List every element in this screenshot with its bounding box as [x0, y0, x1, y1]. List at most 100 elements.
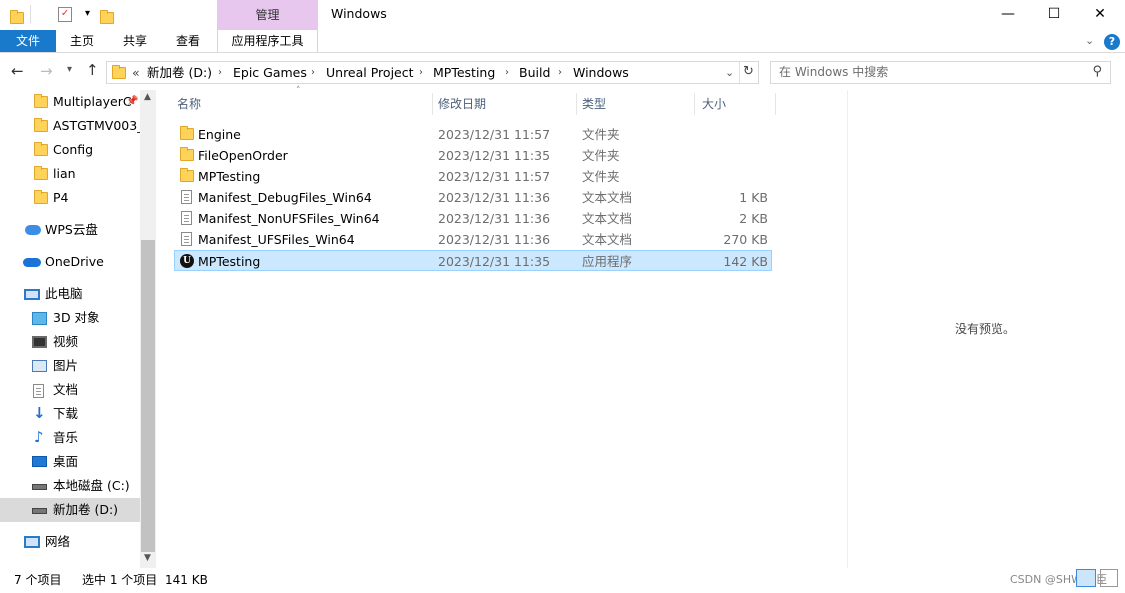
file-date: 2023/12/31 11:57: [438, 127, 551, 142]
file-row[interactable]: MPTesting 2023/12/31 11:57 文件夹: [174, 166, 772, 187]
nav-item-astgtm[interactable]: ASTGTMV003_: [0, 114, 140, 138]
nav-scrollbar-thumb[interactable]: [141, 240, 155, 552]
file-row[interactable]: FileOpenOrder 2023/12/31 11:35 文件夹: [174, 145, 772, 166]
file-name: MPTesting: [198, 169, 261, 184]
nav-item-wps-cloud[interactable]: WPS云盘: [0, 218, 140, 242]
nav-item-drive-c[interactable]: 本地磁盘 (C:): [0, 474, 140, 498]
file-row[interactable]: Manifest_DebugFiles_Win64 2023/12/31 11:…: [174, 187, 772, 208]
file-name: Engine: [198, 127, 241, 142]
tab-share[interactable]: 共享: [115, 30, 155, 52]
breadcrumb-drive-d[interactable]: 新加卷 (D:): [147, 62, 212, 83]
nav-item-config[interactable]: Config: [0, 138, 140, 162]
new-folder-icon[interactable]: [99, 10, 114, 24]
nav-label: 桌面: [53, 454, 79, 469]
folder-icon: [34, 166, 48, 180]
file-type: 文件夹: [582, 169, 620, 184]
breadcrumb-epic-games[interactable]: Epic Games: [233, 62, 307, 83]
address-bar[interactable]: « 新加卷 (D:) › Epic Games › Unreal Project…: [106, 61, 759, 84]
nav-item-p4[interactable]: P4: [0, 186, 140, 210]
file-type: 文件夹: [582, 127, 620, 142]
column-divider[interactable]: [576, 93, 577, 115]
desktop-icon: [32, 456, 47, 467]
breadcrumb-unreal-project[interactable]: Unreal Project: [326, 62, 414, 83]
nav-item-lian[interactable]: lian: [0, 162, 140, 186]
search-box[interactable]: 在 Windows 中搜索 ⚲: [770, 61, 1111, 84]
nav-item-this-pc[interactable]: 此电脑: [0, 282, 140, 306]
network-icon: [24, 536, 40, 548]
cloud-icon: [25, 225, 41, 235]
properties-icon[interactable]: ✓: [57, 7, 72, 22]
nav-item-3d-objects[interactable]: 3D 对象: [0, 306, 140, 330]
breadcrumb-mptesting[interactable]: MPTesting: [433, 62, 495, 83]
file-row[interactable]: Engine 2023/12/31 11:57 文件夹: [174, 124, 772, 145]
scroll-up-icon[interactable]: ▲: [144, 92, 151, 102]
tab-home[interactable]: 主页: [62, 30, 102, 52]
tab-view[interactable]: 查看: [168, 30, 208, 52]
chevron-right-icon[interactable]: ›: [505, 62, 509, 83]
item-count: 7 个项目: [14, 573, 62, 587]
forward-arrow-icon[interactable]: →: [40, 62, 53, 80]
chevron-right-icon[interactable]: ›: [558, 62, 562, 83]
breadcrumb-windows[interactable]: Windows: [573, 62, 629, 83]
nav-label: OneDrive: [45, 254, 104, 269]
column-header-name[interactable]: 名称: [177, 93, 432, 117]
ribbon-expand-icon[interactable]: ⌄: [1085, 34, 1094, 47]
column-header-date[interactable]: 修改日期: [438, 93, 576, 117]
chevron-right-icon[interactable]: ›: [419, 62, 423, 83]
maximize-button[interactable]: ☐: [1031, 0, 1077, 28]
search-placeholder[interactable]: 在 Windows 中搜索: [779, 62, 888, 83]
chevron-right-icon[interactable]: ›: [218, 62, 222, 83]
nav-item-music[interactable]: ♪ 音乐: [0, 426, 140, 450]
breadcrumb-overflow[interactable]: «: [132, 62, 140, 83]
file-row[interactable]: Manifest_NonUFSFiles_Win64 2023/12/31 11…: [174, 208, 772, 229]
column-header-size[interactable]: 大小: [702, 93, 774, 117]
column-divider[interactable]: [775, 93, 776, 115]
scroll-down-icon[interactable]: ▼: [144, 553, 151, 563]
details-view-icon[interactable]: [1076, 569, 1096, 587]
nav-item-documents[interactable]: 文档: [0, 378, 140, 402]
file-size: 2 KB: [739, 211, 768, 226]
back-arrow-icon[interactable]: ←: [11, 62, 24, 80]
recent-dropdown-icon[interactable]: ▾: [67, 64, 72, 75]
up-arrow-icon[interactable]: ↑: [86, 61, 99, 79]
quick-access-dropdown-icon[interactable]: ▾: [85, 8, 90, 19]
nav-item-onedrive[interactable]: OneDrive: [0, 250, 140, 274]
nav-item-pictures[interactable]: 图片: [0, 354, 140, 378]
tab-app-tools[interactable]: 应用程序工具: [217, 30, 318, 52]
column-divider[interactable]: [432, 93, 433, 115]
tab-file[interactable]: 文件: [0, 30, 56, 52]
nav-item-network[interactable]: 网络: [0, 530, 140, 554]
preview-divider[interactable]: [847, 90, 848, 568]
pin-icon: 📌: [126, 96, 139, 107]
nav-label: 网络: [45, 534, 71, 549]
nav-item-desktop[interactable]: 桌面: [0, 450, 140, 474]
chevron-right-icon[interactable]: ›: [311, 62, 315, 83]
nav-item-multiplayer[interactable]: MultiplayerC 📌: [0, 90, 140, 114]
text-document-icon: [181, 211, 192, 225]
column-divider[interactable]: [694, 93, 695, 115]
file-row-selected[interactable]: U MPTesting 2023/12/31 11:35 应用程序 142 KB: [174, 250, 772, 271]
close-button[interactable]: ✕: [1077, 0, 1123, 28]
nav-label: ASTGTMV003_: [53, 118, 140, 133]
music-note-icon: ♪: [34, 428, 44, 446]
breadcrumb-build[interactable]: Build: [519, 62, 550, 83]
file-type: 文本文档: [582, 232, 633, 247]
cube-icon: [32, 312, 47, 325]
nav-label: lian: [53, 166, 76, 181]
manage-context-tab[interactable]: 管理: [217, 0, 318, 30]
address-dropdown-icon[interactable]: ⌄: [725, 66, 734, 79]
large-icons-view-icon[interactable]: [1100, 569, 1118, 587]
file-row[interactable]: Manifest_UFSFiles_Win64 2023/12/31 11:36…: [174, 229, 772, 250]
nav-item-drive-d[interactable]: 新加卷 (D:): [0, 498, 140, 522]
search-icon[interactable]: ⚲: [1092, 64, 1102, 79]
nav-item-videos[interactable]: 视频: [0, 330, 140, 354]
folder-icon: [34, 118, 48, 132]
help-icon[interactable]: ?: [1104, 34, 1120, 50]
folder-icon: [180, 126, 194, 140]
minimize-button[interactable]: —: [985, 0, 1031, 28]
computer-icon: [24, 289, 40, 300]
column-header-type[interactable]: 类型: [582, 93, 694, 117]
refresh-icon[interactable]: ↻: [743, 64, 754, 79]
nav-item-downloads[interactable]: ↓ 下载: [0, 402, 140, 426]
text-document-icon: [181, 190, 192, 204]
